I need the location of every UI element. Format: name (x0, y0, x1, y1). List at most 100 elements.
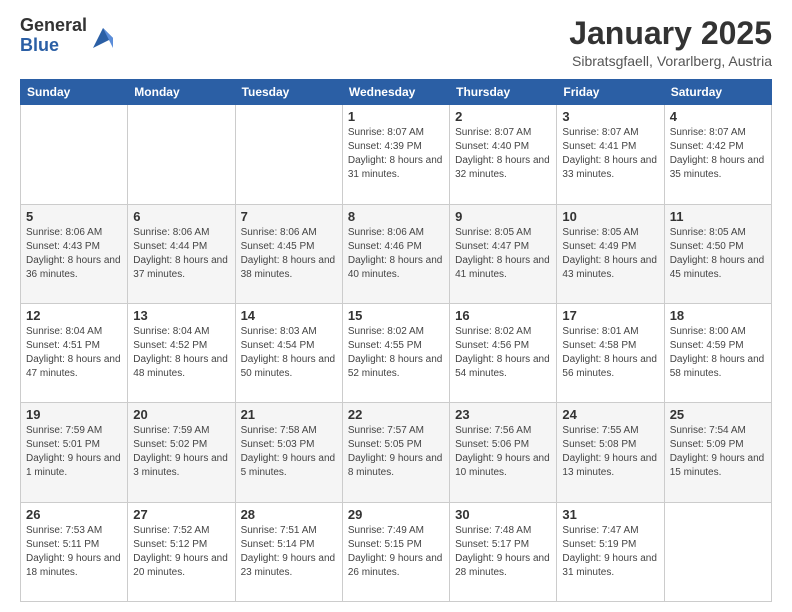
calendar-cell: 9Sunrise: 8:05 AM Sunset: 4:47 PM Daylig… (450, 204, 557, 303)
day-info: Sunrise: 8:05 AM Sunset: 4:50 PM Dayligh… (670, 226, 766, 282)
day-number: 4 (670, 109, 766, 124)
day-info: Sunrise: 8:05 AM Sunset: 4:47 PM Dayligh… (455, 226, 551, 282)
day-info: Sunrise: 7:51 AM Sunset: 5:14 PM Dayligh… (241, 524, 337, 580)
day-number: 20 (133, 407, 229, 422)
calendar-cell: 19 Sunrise: 7:59 AM Sunset: 5:01 PM Dayli… (21, 403, 128, 502)
day-number: 15 (348, 308, 444, 323)
logo-text: General Blue (20, 16, 87, 56)
calendar-cell: 30 Sunrise: 7:48 AM Sunset: 5:17 PM Dayli… (450, 502, 557, 601)
calendar-week-row: 5Sunrise: 8:06 AM Sunset: 4:43 PM Daylig… (21, 204, 772, 303)
day-number: 29 (348, 507, 444, 522)
calendar-cell: 17 Sunrise: 8:01 AM Sunset: 4:58 PM Dayli… (557, 303, 664, 402)
day-number: 3 (562, 109, 658, 124)
calendar-cell (128, 105, 235, 204)
day-info: Sunrise: 8:04 AM Sunset: 4:52 PM Dayligh… (133, 325, 229, 381)
day-number: 26 (26, 507, 122, 522)
calendar-cell: 24Sunrise: 7:55 AM Sunset: 5:08 PM Dayli… (557, 403, 664, 502)
day-info: Sunrise: 8:06 AM Sunset: 4:45 PM Dayligh… (241, 226, 337, 282)
day-number: 1 (348, 109, 444, 124)
calendar-cell: 13 Sunrise: 8:04 AM Sunset: 4:52 PM Dayli… (128, 303, 235, 402)
day-info: Sunrise: 8:02 AM Sunset: 4:56 PM Dayligh… (455, 325, 551, 381)
day-info: Sunrise: 7:57 AM Sunset: 5:05 PM Dayligh… (348, 424, 444, 480)
day-number: 13 (133, 308, 229, 323)
day-number: 2 (455, 109, 551, 124)
day-info: Sunrise: 8:06 AM Sunset: 4:44 PM Dayligh… (133, 226, 229, 282)
day-info: Sunrise: 7:59 AM Sunset: 5:02 PM Dayligh… (133, 424, 229, 480)
month-title: January 2025 (569, 16, 772, 51)
day-number: 28 (241, 507, 337, 522)
day-info: Sunrise: 7:59 AM Sunset: 5:01 PM Dayligh… (26, 424, 122, 480)
day-info: Sunrise: 7:52 AM Sunset: 5:12 PM Dayligh… (133, 524, 229, 580)
day-info: Sunrise: 8:07 AM Sunset: 4:42 PM Dayligh… (670, 126, 766, 182)
calendar-week-row: 26 Sunrise: 7:53 AM Sunset: 5:11 PM Dayli… (21, 502, 772, 601)
day-number: 25 (670, 407, 766, 422)
day-number: 16 (455, 308, 551, 323)
weekday-header-tuesday: Tuesday (235, 80, 342, 105)
day-info: Sunrise: 8:07 AM Sunset: 4:40 PM Dayligh… (455, 126, 551, 182)
day-info: Sunrise: 7:48 AM Sunset: 5:17 PM Dayligh… (455, 524, 551, 580)
calendar-cell: 23 Sunrise: 7:56 AM Sunset: 5:06 PM Dayli… (450, 403, 557, 502)
logo-blue: Blue (20, 36, 87, 56)
calendar-week-row: 1 Sunrise: 8:07 AM Sunset: 4:39 PM Daylig… (21, 105, 772, 204)
day-info: Sunrise: 8:07 AM Sunset: 4:41 PM Dayligh… (562, 126, 658, 182)
day-number: 11 (670, 209, 766, 224)
day-number: 21 (241, 407, 337, 422)
calendar-cell (235, 105, 342, 204)
calendar-cell: 14 Sunrise: 8:03 AM Sunset: 4:54 PM Dayli… (235, 303, 342, 402)
calendar-cell: 20 Sunrise: 7:59 AM Sunset: 5:02 PM Dayli… (128, 403, 235, 502)
page: General Blue January 2025 Sibratsgfaell,… (0, 0, 792, 612)
day-number: 17 (562, 308, 658, 323)
calendar-cell: 26 Sunrise: 7:53 AM Sunset: 5:11 PM Dayli… (21, 502, 128, 601)
calendar-table: SundayMondayTuesdayWednesdayThursdayFrid… (20, 79, 772, 602)
header: General Blue January 2025 Sibratsgfaell,… (20, 16, 772, 69)
calendar-cell: 2 Sunrise: 8:07 AM Sunset: 4:40 PM Daylig… (450, 105, 557, 204)
calendar-cell: 4 Sunrise: 8:07 AM Sunset: 4:42 PM Daylig… (664, 105, 771, 204)
calendar-cell: 29 Sunrise: 7:49 AM Sunset: 5:15 PM Dayli… (342, 502, 449, 601)
title-block: January 2025 Sibratsgfaell, Vorarlberg, … (569, 16, 772, 69)
day-info: Sunrise: 8:03 AM Sunset: 4:54 PM Dayligh… (241, 325, 337, 381)
day-info: Sunrise: 7:54 AM Sunset: 5:09 PM Dayligh… (670, 424, 766, 480)
logo-icon (89, 24, 117, 52)
location-title: Sibratsgfaell, Vorarlberg, Austria (569, 53, 772, 69)
day-info: Sunrise: 7:49 AM Sunset: 5:15 PM Dayligh… (348, 524, 444, 580)
day-info: Sunrise: 8:01 AM Sunset: 4:58 PM Dayligh… (562, 325, 658, 381)
day-number: 18 (670, 308, 766, 323)
weekday-header-monday: Monday (128, 80, 235, 105)
day-info: Sunrise: 8:02 AM Sunset: 4:55 PM Dayligh… (348, 325, 444, 381)
day-number: 23 (455, 407, 551, 422)
calendar-cell: 8 Sunrise: 8:06 AM Sunset: 4:46 PM Daylig… (342, 204, 449, 303)
calendar-week-row: 19 Sunrise: 7:59 AM Sunset: 5:01 PM Dayli… (21, 403, 772, 502)
calendar-cell: 18 Sunrise: 8:00 AM Sunset: 4:59 PM Dayli… (664, 303, 771, 402)
day-number: 14 (241, 308, 337, 323)
weekday-header-thursday: Thursday (450, 80, 557, 105)
day-number: 6 (133, 209, 229, 224)
day-info: Sunrise: 8:00 AM Sunset: 4:59 PM Dayligh… (670, 325, 766, 381)
day-number: 12 (26, 308, 122, 323)
day-number: 8 (348, 209, 444, 224)
weekday-header-wednesday: Wednesday (342, 80, 449, 105)
calendar-cell (664, 502, 771, 601)
day-number: 7 (241, 209, 337, 224)
calendar-cell: 11 Sunrise: 8:05 AM Sunset: 4:50 PM Dayli… (664, 204, 771, 303)
day-info: Sunrise: 8:06 AM Sunset: 4:43 PM Dayligh… (26, 226, 122, 282)
day-info: Sunrise: 8:06 AM Sunset: 4:46 PM Dayligh… (348, 226, 444, 282)
calendar-cell: 31Sunrise: 7:47 AM Sunset: 5:19 PM Dayli… (557, 502, 664, 601)
day-number: 30 (455, 507, 551, 522)
day-info: Sunrise: 8:07 AM Sunset: 4:39 PM Dayligh… (348, 126, 444, 182)
calendar-cell: 27Sunrise: 7:52 AM Sunset: 5:12 PM Dayli… (128, 502, 235, 601)
day-info: Sunrise: 7:53 AM Sunset: 5:11 PM Dayligh… (26, 524, 122, 580)
calendar-cell: 3 Sunrise: 8:07 AM Sunset: 4:41 PM Daylig… (557, 105, 664, 204)
calendar-cell: 22 Sunrise: 7:57 AM Sunset: 5:05 PM Dayli… (342, 403, 449, 502)
day-number: 31 (562, 507, 658, 522)
day-number: 24 (562, 407, 658, 422)
calendar-cell: 1 Sunrise: 8:07 AM Sunset: 4:39 PM Daylig… (342, 105, 449, 204)
weekday-header-saturday: Saturday (664, 80, 771, 105)
day-number: 19 (26, 407, 122, 422)
logo: General Blue (20, 16, 117, 56)
day-info: Sunrise: 8:04 AM Sunset: 4:51 PM Dayligh… (26, 325, 122, 381)
day-number: 22 (348, 407, 444, 422)
day-info: Sunrise: 7:56 AM Sunset: 5:06 PM Dayligh… (455, 424, 551, 480)
weekday-header-sunday: Sunday (21, 80, 128, 105)
day-info: Sunrise: 7:58 AM Sunset: 5:03 PM Dayligh… (241, 424, 337, 480)
calendar-cell: 28 Sunrise: 7:51 AM Sunset: 5:14 PM Dayli… (235, 502, 342, 601)
